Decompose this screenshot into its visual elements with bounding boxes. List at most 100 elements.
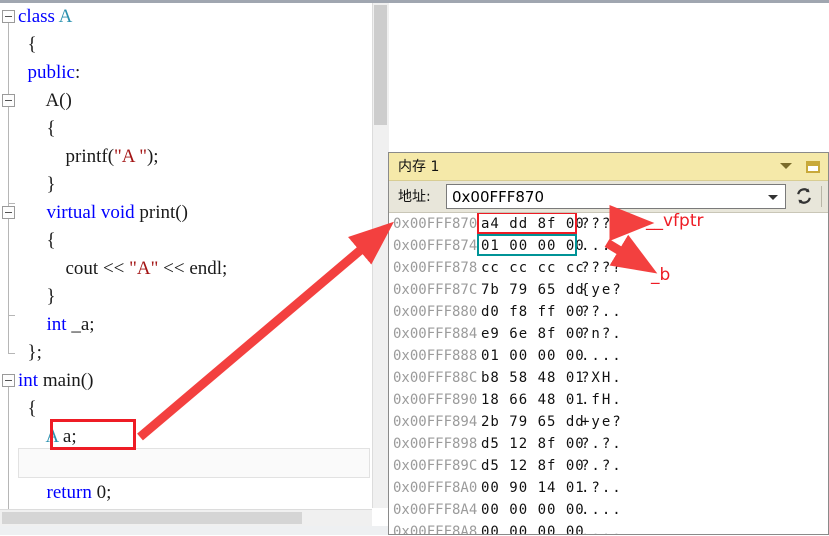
memory-row-ascii: +ye? (581, 414, 623, 430)
code-token: ); (146, 146, 159, 167)
code-line[interactable]: return 0; (18, 478, 112, 508)
editor-top-border (0, 0, 829, 3)
fold-guide-line (8, 387, 9, 519)
memory-row-hex: 7b 79 65 dd (481, 282, 585, 298)
memory-row[interactable]: 0x00FFF888 01 00 00 00.... (389, 345, 828, 367)
memory-row-ascii: ?.?. (581, 436, 623, 452)
fold-toggle-icon[interactable] (2, 374, 15, 387)
memory-dump-area[interactable]: 0x00FFF870 a4 dd 8f 00???. 0x00FFF874 01 00… (389, 213, 828, 534)
code-token: { (18, 34, 37, 55)
memory-row-hex: cc cc cc cc (481, 260, 585, 276)
memory-row-address: 0x00FFF874 (393, 238, 478, 254)
memory-row[interactable]: 0x00FFF870 a4 dd 8f 00???. (389, 213, 828, 235)
code-token: }; (18, 342, 42, 363)
memory-row-hex: a4 dd 8f 00 (481, 216, 585, 232)
code-line[interactable]: printf("A "); (18, 142, 159, 172)
memory-row-address: 0x00FFF898 (393, 436, 478, 452)
code-token: A() (18, 90, 72, 111)
code-line[interactable]: { (18, 226, 56, 256)
chevron-down-icon[interactable] (768, 195, 778, 200)
memory-row[interactable]: 0x00FFF8A0 00 90 14 01.?.. (389, 477, 828, 499)
code-token: 0; (91, 482, 112, 503)
window-maximize-icon[interactable] (806, 161, 820, 173)
code-line[interactable]: public: (18, 58, 81, 88)
code-line[interactable]: } (18, 282, 56, 312)
memory-row-hex: d5 12 8f 00 (481, 458, 585, 474)
highlighted-code-line (18, 448, 370, 478)
chevron-down-icon[interactable] (780, 163, 792, 169)
memory-row[interactable]: 0x00FFF8A4 00 00 00 00.... (389, 499, 828, 521)
fold-guide-foot (8, 203, 15, 204)
code-line[interactable]: int _a; (18, 310, 95, 340)
toolbar-separator (821, 186, 822, 207)
memory-row[interactable]: 0x00FFF87C 7b 79 65 dd {ye? (389, 279, 828, 301)
code-line[interactable]: int main() (18, 366, 93, 396)
code-line[interactable]: { (18, 394, 37, 424)
address-input[interactable]: 0x00FFF870 (446, 184, 786, 209)
memory-window[interactable]: 内存 1 地址: 0x00FFF870 0x00FFF870 a4 dd 8f 0… (388, 152, 829, 535)
memory-window-title: 内存 1 (398, 159, 440, 175)
memory-row-address: 0x00FFF870 (393, 216, 478, 232)
memory-row-hex: 00 00 00 00 (481, 524, 585, 534)
code-line[interactable]: cout << "A" << endl; (18, 254, 228, 284)
memory-row[interactable]: 0x00FFF878 cc cc cc cc???? (389, 257, 828, 279)
memory-row-ascii: ???. (581, 216, 623, 232)
fold-guide-foot (8, 315, 15, 316)
code-token: { (18, 118, 56, 139)
memory-window-toolbar[interactable]: 地址: 0x00FFF870 (389, 181, 828, 213)
fold-toggle-icon[interactable] (2, 94, 15, 107)
memory-row[interactable]: 0x00FFF894 2b 79 65 dd +ye? (389, 411, 828, 433)
memory-row-hex: d5 12 8f 00 (481, 436, 585, 452)
annotation-label-vfptr: __vfptr (646, 211, 704, 231)
memory-row-ascii: ??.. (581, 304, 623, 320)
memory-row-hex: b8 58 48 01 (481, 370, 585, 386)
memory-row-address: 0x00FFF8A8 (393, 524, 478, 534)
code-line[interactable]: }; (18, 338, 42, 368)
refresh-icon[interactable] (791, 184, 817, 209)
code-line[interactable]: virtual void print() (18, 198, 188, 228)
memory-row-hex: 00 90 14 01 (481, 480, 585, 496)
memory-row-address: 0x00FFF880 (393, 304, 478, 320)
memory-row[interactable]: 0x00FFF88C b8 58 48 01 ?XH. (389, 367, 828, 389)
fold-toggle-icon[interactable] (2, 206, 15, 219)
code-line[interactable]: { (18, 114, 56, 144)
memory-row-address: 0x00FFF89C (393, 458, 478, 474)
code-token: "A " (114, 146, 147, 167)
memory-row[interactable]: 0x00FFF890 18 66 48 01 .fH. (389, 389, 828, 411)
memory-row[interactable]: 0x00FFF8A8 00 00 00 00.... (389, 521, 828, 534)
code-token: printf( (18, 146, 115, 167)
memory-window-titlebar[interactable]: 内存 1 (389, 153, 828, 181)
memory-row-ascii: .... (581, 502, 623, 518)
memory-row-ascii: ?XH. (581, 370, 623, 386)
address-input-value: 0x00FFF870 (452, 188, 545, 206)
memory-row-hex: 2b 79 65 dd (481, 414, 585, 430)
editor-horizontal-scroll-thumb[interactable] (2, 512, 302, 524)
memory-row[interactable]: 0x00FFF898 d5 12 8f 00?.?. (389, 433, 828, 455)
memory-row-address: 0x00FFF884 (393, 326, 478, 342)
code-token: { (18, 398, 37, 419)
code-folding-gutter[interactable] (0, 3, 18, 520)
memory-row-hex: 01 00 00 00 (481, 348, 585, 364)
code-line[interactable]: class A (18, 2, 72, 32)
code-token: { (18, 230, 56, 251)
fold-toggle-icon[interactable] (2, 10, 15, 23)
memory-row-ascii: ?.?. (581, 458, 623, 474)
code-token: } (18, 174, 56, 195)
code-token: : (75, 62, 81, 83)
code-line[interactable]: A() (18, 86, 72, 116)
memory-row-address: 0x00FFF87C (393, 282, 478, 298)
fold-guide-line (8, 23, 9, 353)
code-token: return (46, 482, 92, 503)
code-line[interactable]: } (18, 170, 56, 200)
memory-row[interactable]: 0x00FFF89C d5 12 8f 00?.?. (389, 455, 828, 477)
editor-vertical-scroll-thumb[interactable] (374, 5, 387, 125)
memory-row[interactable]: 0x00FFF874 01 00 00 00.... (389, 235, 828, 257)
memory-row[interactable]: 0x00FFF884 e9 6e 8f 00 ?n?. (389, 323, 828, 345)
memory-row[interactable]: 0x00FFF880 d0 f8 ff 00??.. (389, 301, 828, 323)
annotation-box-assignment (50, 419, 136, 450)
code-line[interactable]: { (18, 30, 37, 60)
code-token: cout << (18, 258, 130, 279)
